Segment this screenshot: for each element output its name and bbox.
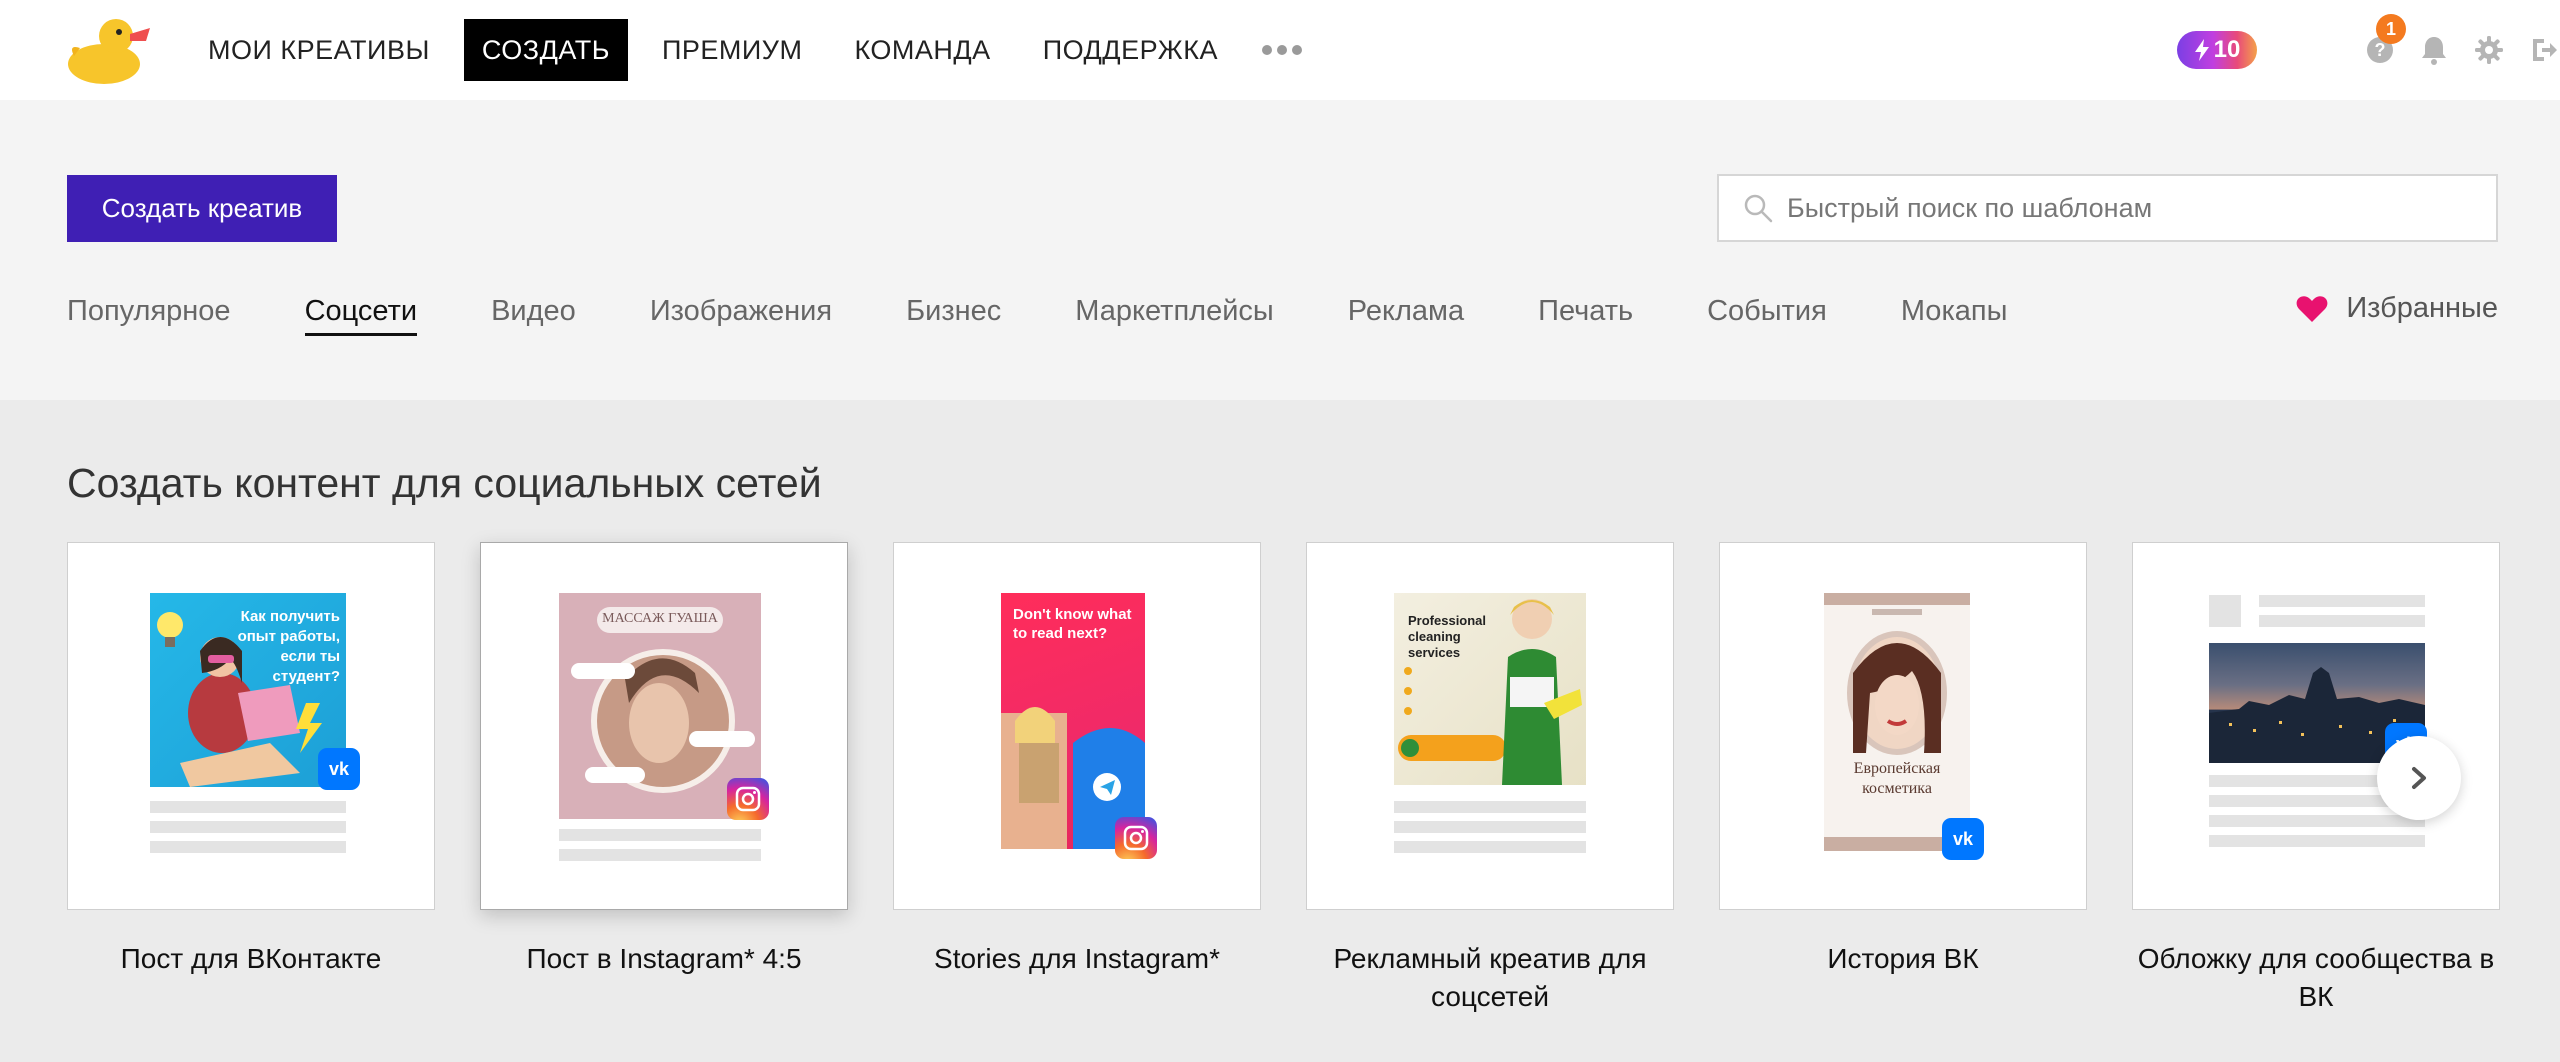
top-bar: МОИ КРЕАТИВЫ СОЗДАТЬ ПРЕМИУМ КОМАНДА ПОД… bbox=[0, 0, 2560, 100]
tab-images[interactable]: Изображения bbox=[650, 295, 832, 336]
chevron-right-icon bbox=[2412, 767, 2426, 789]
template-card-instagram-post[interactable]: МАССАЖ ГУАША Пост в Instagram* 4:5 bbox=[480, 542, 848, 1016]
template-search[interactable] bbox=[1717, 174, 2498, 242]
card-label: История ВК bbox=[1827, 943, 1979, 974]
card-label: Обложку для сообщества в ВК bbox=[2137, 943, 2495, 1012]
tab-print[interactable]: Печать bbox=[1538, 295, 1633, 336]
template-carousel: Как получить опыт работы, если ты студен… bbox=[67, 542, 2500, 1016]
heart-icon bbox=[2296, 295, 2328, 322]
template-card-ad-creative[interactable]: Professional cleaning services Рекламный… bbox=[1306, 542, 1674, 1016]
nav-my-creatives[interactable]: МОИ КРЕАТИВЫ bbox=[190, 19, 448, 81]
avatar-placeholder bbox=[2209, 595, 2241, 627]
tab-social[interactable]: Соцсети bbox=[304, 295, 417, 336]
nav-create[interactable]: СОЗДАТЬ bbox=[463, 19, 628, 81]
svg-text:?: ? bbox=[2375, 40, 2386, 60]
credits-button[interactable]: 10 bbox=[2177, 31, 2257, 69]
favorites-label: Избранные bbox=[2346, 292, 2498, 324]
tab-video[interactable]: Видео bbox=[491, 295, 576, 336]
vk-icon: vk bbox=[1942, 818, 1984, 860]
card-preview: vk bbox=[2132, 542, 2500, 910]
template-card-vk-post[interactable]: Как получить опыт работы, если ты студен… bbox=[67, 542, 435, 1016]
nav-support[interactable]: ПОДДЕРЖКА bbox=[1025, 19, 1236, 81]
category-tabs: Популярное Соцсети Видео Изображения Биз… bbox=[67, 290, 2081, 340]
vk-icon: vk bbox=[318, 748, 360, 790]
placeholder-line bbox=[2259, 615, 2425, 627]
nav-team[interactable]: КОМАНДА bbox=[836, 19, 1008, 81]
favorites-link[interactable]: Избранные bbox=[2296, 292, 2498, 325]
preview-image: Как получить опыт работы, если ты студен… bbox=[150, 593, 346, 787]
placeholder-line bbox=[1394, 841, 1586, 853]
sub-header: Создать креатив Популярное Соцсети Видео… bbox=[0, 100, 2560, 400]
instagram-icon bbox=[727, 778, 769, 820]
placeholder-line bbox=[559, 829, 761, 841]
placeholder-line bbox=[150, 841, 346, 853]
preview-headline: Don't know what to read next? bbox=[1013, 606, 1132, 642]
duck-logo-icon[interactable] bbox=[66, 14, 152, 86]
placeholder-line bbox=[150, 821, 346, 833]
preview-headline: Professional cleaning services bbox=[1408, 613, 1487, 660]
bolt-icon bbox=[2194, 39, 2209, 61]
main-nav: МОИ КРЕАТИВЫ СОЗДАТЬ ПРЕМИУМ КОМАНДА ПОД… bbox=[190, 19, 1306, 81]
card-label: Рекламный креатив для соцсетей bbox=[1333, 943, 1647, 1012]
tab-ads[interactable]: Реклама bbox=[1348, 295, 1464, 336]
placeholder-line bbox=[559, 849, 761, 861]
credits-count: 10 bbox=[2213, 36, 2241, 63]
instagram-icon bbox=[1115, 817, 1157, 859]
nav-premium[interactable]: ПРЕМИУМ bbox=[644, 19, 820, 81]
preview-image: Европейская косметика bbox=[1824, 593, 1970, 851]
gear-icon[interactable] bbox=[2473, 34, 2505, 66]
template-card-instagram-stories[interactable]: Don't know what to read next? Stories дл… bbox=[893, 542, 1261, 1016]
card-preview: Professional cleaning services bbox=[1306, 542, 1674, 910]
card-label: Stories для Instagram* bbox=[934, 943, 1220, 974]
placeholder-line bbox=[2209, 835, 2425, 847]
logout-icon[interactable] bbox=[2528, 34, 2560, 66]
placeholder-line bbox=[2259, 595, 2425, 607]
card-preview: Европейская косметика vk bbox=[1719, 542, 2087, 910]
bell-icon[interactable] bbox=[2418, 34, 2450, 66]
card-preview: Don't know what to read next? bbox=[893, 542, 1261, 910]
tab-marketplaces[interactable]: Маркетплейсы bbox=[1075, 295, 1274, 336]
ellipsis-icon[interactable] bbox=[1258, 19, 1306, 81]
placeholder-line bbox=[1394, 801, 1586, 813]
preview-image: Professional cleaning services bbox=[1394, 593, 1586, 785]
search-icon bbox=[1744, 194, 1773, 223]
create-creative-button[interactable]: Создать креатив bbox=[67, 175, 337, 242]
tab-events[interactable]: События bbox=[1707, 295, 1827, 336]
preview-headline: Европейская косметика bbox=[1853, 760, 1941, 797]
tab-mockups[interactable]: Мокапы bbox=[1901, 295, 2008, 336]
preview-headline: Как получить опыт работы, если ты студен… bbox=[237, 608, 340, 685]
template-card-vk-story[interactable]: Европейская косметика vk История ВК bbox=[1719, 542, 2087, 1016]
preview-image: Don't know what to read next? bbox=[1001, 593, 1145, 849]
section-title: Создать контент для социальных сетей bbox=[67, 460, 822, 506]
carousel-next-button[interactable] bbox=[2377, 736, 2461, 820]
card-preview: Как получить опыт работы, если ты студен… bbox=[67, 542, 435, 910]
preview-headline: МАССАЖ ГУАША bbox=[602, 611, 718, 626]
card-label: Пост для ВКонтакте bbox=[120, 943, 382, 974]
tab-business[interactable]: Бизнес bbox=[906, 295, 1001, 336]
card-preview: МАССАЖ ГУАША bbox=[480, 542, 848, 910]
card-label: Пост в Instagram* 4:5 bbox=[526, 943, 802, 974]
placeholder-line bbox=[150, 801, 346, 813]
placeholder-line bbox=[2209, 815, 2425, 827]
notification-badge: 1 bbox=[2376, 14, 2406, 44]
search-input[interactable] bbox=[1787, 192, 2467, 224]
placeholder-line bbox=[1394, 821, 1586, 833]
tab-popular[interactable]: Популярное bbox=[67, 295, 231, 336]
